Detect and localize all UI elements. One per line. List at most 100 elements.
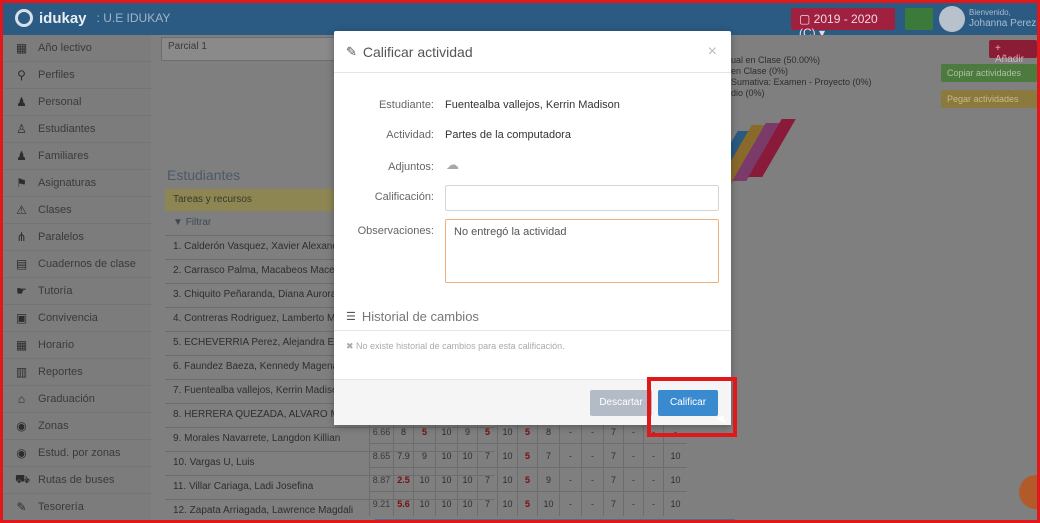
sidebar-item-label: Perfiles — [38, 69, 75, 81]
avatar[interactable] — [939, 6, 965, 32]
sidebar-item[interactable]: ◉ Estud. por zonas — [3, 440, 151, 467]
sidebar-item-label: Convivencia — [38, 312, 98, 324]
sidebar-item[interactable]: ⚑ Asignaturas — [3, 170, 151, 197]
grade-cell[interactable]: 7 — [477, 492, 497, 516]
subjects-icon: ⚑ — [16, 176, 27, 190]
grade-cell[interactable]: 10 — [663, 492, 687, 516]
observations-textarea[interactable]: No entregó la actividad — [445, 219, 719, 283]
grade-cell[interactable]: 10 — [663, 468, 687, 492]
logo[interactable]: idukay : U.E IDUKAY — [15, 9, 170, 27]
logo-mark-icon — [15, 9, 33, 27]
grade-cell[interactable]: 10 — [413, 492, 435, 516]
sidebar-item[interactable]: ▤ Cuadernos de clase — [3, 251, 151, 278]
sidebar-item[interactable]: ⋔ Paralelos — [3, 224, 151, 251]
sidebar-item[interactable]: ⌂ Graduación — [3, 386, 151, 413]
sidebar-item[interactable]: ▦ Horario — [3, 332, 151, 359]
classes-icon: ⚠ — [16, 203, 27, 217]
copy-activities-button[interactable]: Copiar actividades — [941, 64, 1037, 82]
grade-cell[interactable]: 7 — [537, 444, 559, 468]
grade-cell[interactable]: 10 — [537, 492, 559, 516]
filter-button[interactable]: ▼ Filtrar — [165, 213, 219, 232]
sidebar-item[interactable]: ✎ Tesorería — [3, 494, 151, 520]
student-value: Fuentealba vallejos, Kerrin Madison — [445, 99, 620, 111]
grade-cell[interactable]: 10 — [497, 468, 517, 492]
calendar-icon: ▦ — [15, 41, 28, 55]
sidebar-item-label: Horario — [38, 339, 75, 351]
grade-cell[interactable]: 7.9 — [393, 444, 413, 468]
grade-cell[interactable]: 10 — [435, 468, 457, 492]
history-empty-text: No existe historial de cambios para esta… — [356, 341, 565, 351]
sidebar-item[interactable]: ◉ Zonas — [3, 413, 151, 440]
grade-cell[interactable]: 9 — [413, 444, 435, 468]
grade-cell[interactable]: 10 — [435, 492, 457, 516]
sidebar-item[interactable]: ♟ Personal — [3, 89, 151, 116]
user-menu[interactable]: Bienvenido, Johanna Perez — [969, 7, 1037, 29]
sidebar-item[interactable]: ⚲ Perfiles — [3, 62, 151, 89]
grade-cell[interactable]: 5 — [517, 444, 537, 468]
grade-cell[interactable]: 5 — [517, 492, 537, 516]
discard-button[interactable]: Descartar — [590, 390, 652, 416]
filter-icon: ▼ — [173, 217, 186, 228]
sidebar-item[interactable]: ⛟ Rutas de buses — [3, 467, 151, 494]
sidebar-item-label: Zonas — [38, 420, 69, 432]
grade-cell[interactable]: - — [643, 444, 663, 468]
profile-search-icon: ⚲ — [17, 68, 26, 82]
grade-cell[interactable]: 7 — [603, 492, 623, 516]
grade-cell[interactable]: - — [559, 444, 581, 468]
grade-cell[interactable]: - — [623, 468, 643, 492]
grade-cell[interactable]: 7 — [603, 444, 623, 468]
close-icon[interactable]: × — [708, 43, 717, 61]
sidebar-item-label: Paralelos — [38, 231, 84, 243]
grade-cell[interactable]: 2.5 — [393, 468, 413, 492]
sidebar-item[interactable]: ▣ Convivencia — [3, 305, 151, 332]
coexistence-icon: ▣ — [15, 311, 28, 325]
grade-cell[interactable]: 5.6 — [393, 492, 413, 516]
grade-input[interactable] — [445, 185, 719, 211]
paste-activities-button[interactable]: Pegar actividades — [941, 90, 1037, 108]
add-button[interactable]: + Añadir — [989, 40, 1037, 65]
cloud-upload-icon[interactable]: ☁ — [446, 157, 459, 173]
sidebar-item[interactable]: ▦ Año lectivo — [3, 35, 151, 62]
grade-cell[interactable]: - — [581, 468, 603, 492]
grade-cell[interactable]: 10 — [663, 444, 687, 468]
grade-cell[interactable]: 7 — [603, 468, 623, 492]
grade-cell[interactable]: 10 — [413, 468, 435, 492]
grade-cell[interactable]: 5 — [517, 468, 537, 492]
grade-cell[interactable]: 9 — [537, 468, 559, 492]
help-button[interactable] — [1019, 475, 1037, 509]
sidebar-item[interactable]: ▥ Reportes — [3, 359, 151, 386]
sidebar-item-label: Reportes — [38, 366, 83, 378]
sidebar-item-label: Rutas de buses — [38, 474, 115, 486]
grade-cell[interactable]: 10 — [497, 492, 517, 516]
grade-cell[interactable]: - — [581, 492, 603, 516]
grade-cell[interactable]: - — [623, 444, 643, 468]
grade-cell[interactable]: - — [559, 492, 581, 516]
sitemap-icon: ⋔ — [16, 230, 27, 244]
grade-cell[interactable]: 10 — [457, 492, 477, 516]
school-year-dropdown[interactable]: ▢ 2019 - 2020 (C) ▾ — [791, 8, 895, 40]
history-header: ☰ Historial de cambios — [334, 303, 731, 331]
grade-cell[interactable]: 10 — [497, 444, 517, 468]
grade-cell[interactable]: 10 — [457, 444, 477, 468]
grade-cell[interactable]: - — [643, 492, 663, 516]
grade-cell[interactable]: 10 — [435, 444, 457, 468]
grade-cell[interactable]: - — [643, 468, 663, 492]
observations-label: Observaciones: — [357, 225, 434, 237]
schedule-icon: ▦ — [15, 338, 28, 352]
grade-cell[interactable]: 7 — [477, 444, 497, 468]
graduation-cap-icon: ⌂ — [17, 392, 26, 406]
sidebar-item[interactable]: ☛ Tutoría — [3, 278, 151, 305]
messages-button[interactable] — [905, 8, 933, 30]
grade-cell[interactable]: 10 — [457, 468, 477, 492]
sidebar-item[interactable]: ⚠ Clases — [3, 197, 151, 224]
grade-cell[interactable]: - — [623, 492, 643, 516]
grade-cell[interactable]: - — [581, 444, 603, 468]
grade-cell[interactable]: 7 — [477, 468, 497, 492]
sidebar-item[interactable]: ♙ Estudiantes — [3, 116, 151, 143]
grade-cell[interactable]: - — [559, 468, 581, 492]
sidebar-item-label: Graduación — [38, 393, 95, 405]
sidebar-item-label: Año lectivo — [38, 42, 92, 54]
grade-label: Calificación: — [374, 191, 434, 203]
average-cell: 9.21 — [369, 492, 393, 516]
sidebar-item[interactable]: ♟ Familiares — [3, 143, 151, 170]
